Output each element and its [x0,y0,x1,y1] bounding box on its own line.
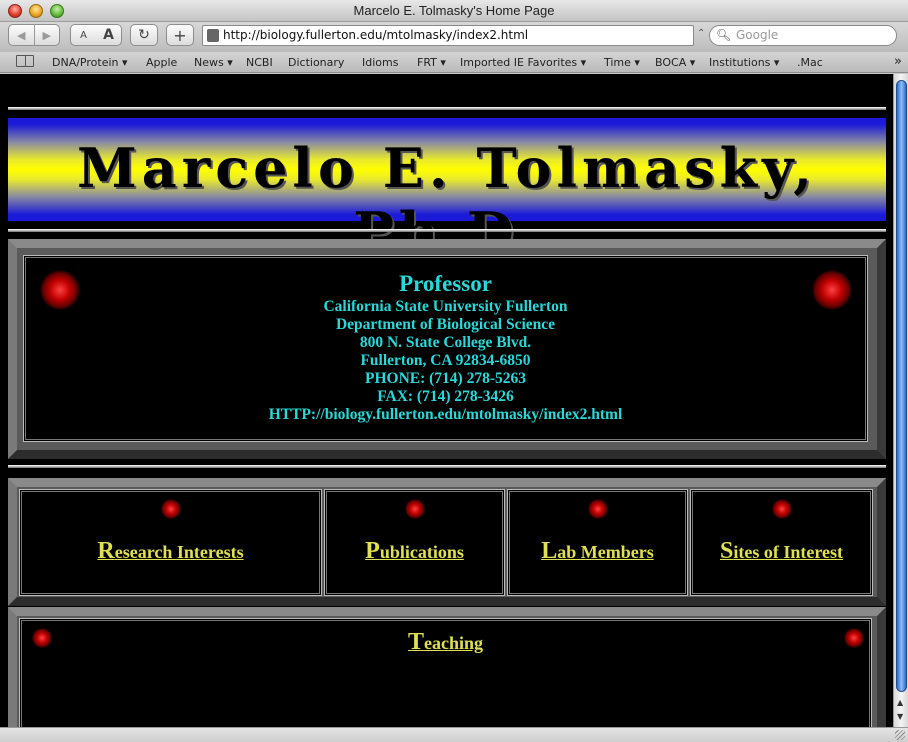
contact-department: Department of Biological Science [335,316,556,333]
bookmarks-bar: DNA/Protein ▾ Apple News ▾ NCBI Dictiona… [0,52,908,73]
bookmark-frt[interactable]: FRT ▾ [417,56,446,69]
add-bookmark-icon[interactable]: + [166,24,194,46]
web-page: Marcelo E. Tolmasky, Ph.D. Professor Cal… [0,74,893,727]
nav-cell-publications: Publications [324,489,505,596]
bookmark-imported-ie[interactable]: Imported IE Favorites ▾ [460,56,586,69]
top-rule [8,107,886,110]
publications-link[interactable]: Publications [325,538,504,565]
status-bar [0,727,908,742]
scroll-up-icon[interactable]: ▲ [897,698,903,707]
bookmark-apple[interactable]: Apple [146,56,177,69]
bookmark-institutions[interactable]: Institutions ▾ [709,56,779,69]
nav-cell-lab-members: Lab Members [507,489,688,596]
site-icon [207,29,219,42]
banner: Marcelo E. Tolmasky, Ph.D. [8,118,886,264]
bookmark-ncbi[interactable]: NCBI [246,56,273,69]
teaching-link[interactable]: Teaching [20,629,871,656]
search-icon: 🔍︎ [716,28,732,42]
middle-rule [8,465,886,468]
forward-arrow-icon[interactable]: ▶ [34,29,59,42]
address-text: http://biology.fullerton.edu/mtolmasky/i… [223,28,529,42]
contact-city: Fullerton, CA 92834-6850 [360,352,531,369]
nav-cell-sites: Sites of Interest [690,489,873,596]
back-arrow-icon[interactable]: ◀ [9,29,34,42]
nav-cell-research: Research Interests [19,489,322,596]
bookmark-dotmac[interactable]: .Mac [797,56,823,69]
bookmark-boca[interactable]: BOCA ▾ [655,56,695,69]
teaching-box: Teaching [19,618,872,727]
navigation-panel: Research Interests Publications Lab Memb… [8,478,886,606]
bookmarks-book-icon[interactable] [16,55,34,67]
resize-grip-icon[interactable] [895,730,905,740]
reload-icon[interactable]: ↻ [130,24,158,46]
research-interests-link[interactable]: Research Interests [20,538,321,565]
lab-members-link[interactable]: Lab Members [508,538,687,565]
contact-fax: FAX: (714) 278-3426 [377,388,514,405]
banner-rule [8,229,886,232]
contact-info: Professor California State University Fu… [24,270,867,424]
red-orb-icon [588,499,608,519]
search-input[interactable]: 🔍︎ Google [709,25,897,46]
red-orb-icon [161,499,181,519]
bookmark-dna-protein[interactable]: DNA/Protein ▾ [52,56,128,69]
contact-url: HTTP://biology.fullerton.edu/mtolmasky/i… [268,406,623,423]
contact-box: Professor California State University Fu… [23,255,868,442]
red-orb-icon [772,499,792,519]
bookmark-news[interactable]: News ▾ [194,56,233,69]
text-size-group: A A [70,24,122,46]
search-placeholder: Google [736,28,779,42]
contact-panel: Professor California State University Fu… [8,239,886,459]
address-dropdown-icon[interactable]: ⌃ [697,28,705,39]
vertical-scrollbar[interactable]: ▲ ▼ [893,74,908,727]
scroll-down-icon[interactable]: ▼ [897,712,903,721]
more-bookmarks-icon[interactable]: » [894,54,902,69]
teaching-panel: Teaching [8,607,886,727]
sites-of-interest-link[interactable]: Sites of Interest [691,538,872,565]
back-forward-group: ◀ ▶ [8,24,60,46]
browser-toolbar: ◀ ▶ A A ↻ + http://biology.fullerton.edu… [0,22,908,52]
bookmark-dictionary[interactable]: Dictionary [288,56,344,69]
contact-street: 800 N. State College Blvd. [359,334,532,351]
contact-university: California State University Fullerton [323,298,568,315]
red-orb-icon [405,499,425,519]
contact-phone: PHONE: (714) 278-5263 [364,370,526,387]
window-title: Marcelo E. Tolmasky's Home Page [353,3,555,18]
text-smaller-button[interactable]: A [71,30,96,41]
bookmark-time[interactable]: Time ▾ [604,56,640,69]
bookmark-idioms[interactable]: Idioms [362,56,398,69]
contact-title: Professor [399,271,492,296]
title-bar: Marcelo E. Tolmasky's Home Page [0,0,908,22]
scroll-thumb[interactable] [896,80,907,692]
text-bigger-button[interactable]: A [96,27,121,43]
address-field[interactable]: http://biology.fullerton.edu/mtolmasky/i… [202,25,694,46]
